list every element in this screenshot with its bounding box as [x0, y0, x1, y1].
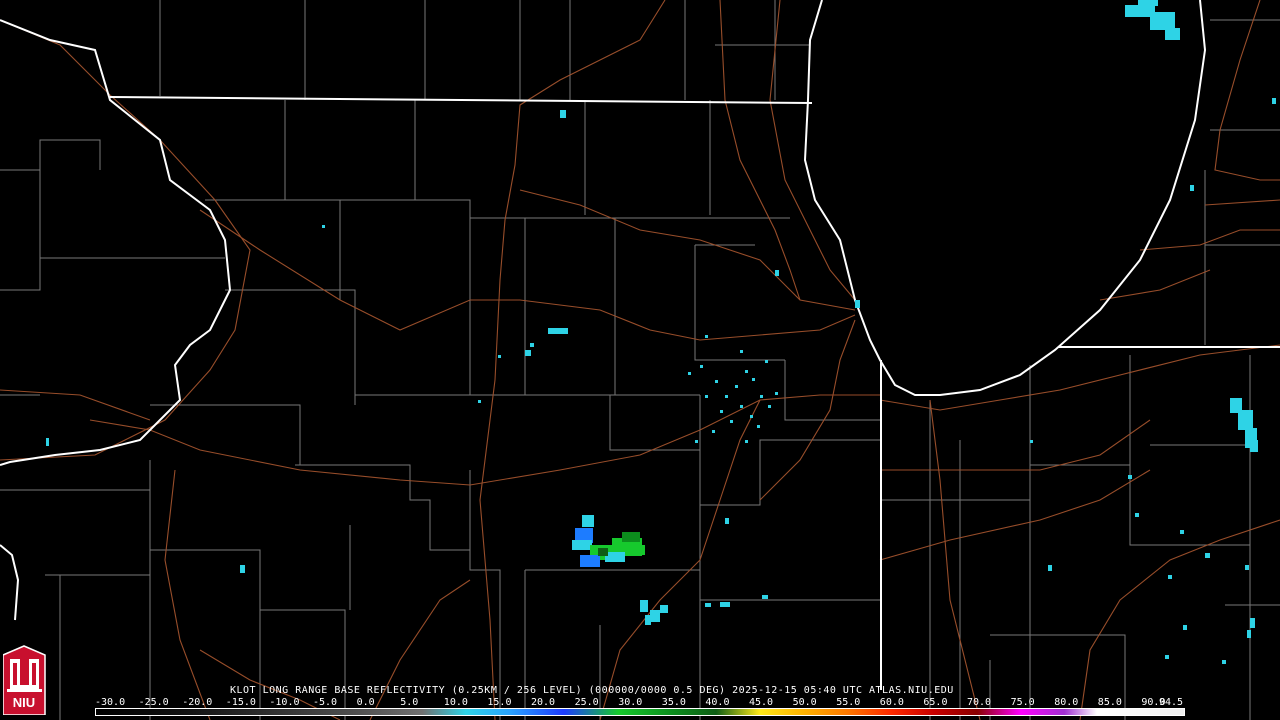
colorbar-tick-label: 35.0 — [661, 697, 686, 708]
colorbar-labels: -30.0 -25.0 -20.0 -15.0 -10.0 -5.0 0.0 5.0 10.0 1… — [95, 697, 1195, 708]
colorbar-tick-label: 20.0 — [531, 697, 556, 708]
colorbar-tick-label: 45.0 — [749, 697, 774, 708]
echo-cluster-southwest — [572, 515, 645, 567]
colorbar-tick-label: -30.0 — [95, 697, 126, 708]
colorbar-tick-label: 40.0 — [705, 697, 730, 708]
product-title: KLOT LONG RANGE BASE REFLECTIVITY (0.25K… — [230, 685, 954, 696]
colorbar — [95, 708, 1185, 716]
colorbar-tick-label: -5.0 — [313, 697, 338, 708]
state-boundaries — [0, 0, 1280, 690]
colorbar-tick-label: -25.0 — [138, 697, 169, 708]
colorbar-tick-label: 65.0 — [923, 697, 948, 708]
colorbar-tick-label: 50.0 — [792, 697, 817, 708]
colorbar-tick-label: 94.5 — [1159, 697, 1184, 708]
colorbar-tick-label: 60.0 — [879, 697, 904, 708]
colorbar-tick-label: 25.0 — [574, 697, 599, 708]
niu-logo: NIU — [3, 645, 46, 715]
colorbar-tick-label: -10.0 — [269, 697, 300, 708]
radar-map — [0, 0, 1280, 720]
colorbar-tick-label: 85.0 — [1097, 697, 1122, 708]
colorbar-tick-label: 70.0 — [967, 697, 992, 708]
colorbar-tick-label: 0.0 — [356, 697, 375, 708]
colorbar-tick-label: 15.0 — [487, 697, 512, 708]
colorbar-tick-label: 5.0 — [400, 697, 419, 708]
colorbar-tick-label: 55.0 — [836, 697, 861, 708]
logo-text: NIU — [13, 695, 35, 710]
colorbar-tick-label: 75.0 — [1010, 697, 1035, 708]
colorbar-tick-label: -15.0 — [225, 697, 256, 708]
colorbar-tick-label: 10.0 — [443, 697, 468, 708]
colorbar-tick-label: 30.0 — [618, 697, 643, 708]
echo-ground-clutter — [688, 335, 778, 443]
colorbar-tick-label: -20.0 — [182, 697, 213, 708]
colorbar-tick-label: 80.0 — [1054, 697, 1079, 708]
